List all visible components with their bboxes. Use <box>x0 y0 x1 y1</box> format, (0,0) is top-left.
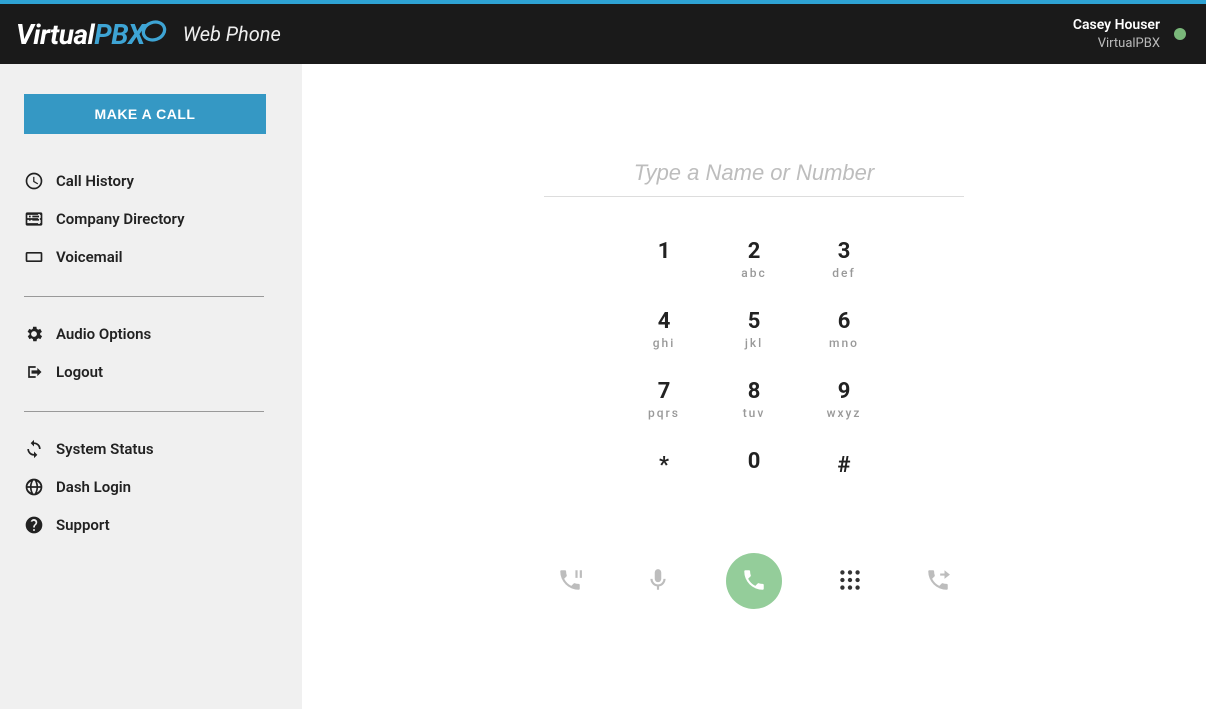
keypad: 1 2 abc 3 def 4 ghi 5 jkl 6 mno 7 pqrs 8 tuv 9 wxyz * 0 # <box>619 233 889 513</box>
dial-input[interactable] <box>544 154 964 197</box>
keypad-key-*[interactable]: * <box>619 443 709 513</box>
keypad-key-#[interactable]: # <box>799 443 889 513</box>
header-left: Virtual PBX Web Phone <box>16 18 281 51</box>
key-digit: 4 <box>658 309 671 334</box>
key-digit: 1 <box>658 239 671 264</box>
key-digit: 6 <box>838 309 851 334</box>
nav-separator <box>24 411 264 412</box>
keypad-key-8[interactable]: 8 tuv <box>709 373 799 443</box>
keypad-key-6[interactable]: 6 mno <box>799 303 889 373</box>
phone-icon <box>741 567 767 596</box>
sidebar-item-label: Call History <box>56 172 134 190</box>
phone-forward-icon <box>925 567 951 596</box>
key-digit: 8 <box>748 379 761 404</box>
sidebar-item-logout[interactable]: Logout <box>24 353 284 391</box>
brand-logo: Virtual PBX <box>16 18 167 51</box>
mute-button[interactable] <box>638 561 678 601</box>
key-letters: wxyz <box>827 406 862 420</box>
globe-icon <box>24 477 44 497</box>
nav-separator <box>24 296 264 297</box>
logo-text-pbx: PBX <box>94 18 145 51</box>
key-digit: # <box>837 449 850 478</box>
keypad-key-3[interactable]: 3 def <box>799 233 889 303</box>
user-name: Casey Houser <box>1073 16 1160 35</box>
key-digit: 3 <box>838 239 851 264</box>
clock-icon <box>24 171 44 191</box>
key-digit: 0 <box>748 449 761 474</box>
key-digit: 5 <box>748 309 761 334</box>
dialpad-button[interactable] <box>830 561 870 601</box>
sidebar-item-system-status[interactable]: System Status <box>24 430 284 468</box>
keypad-key-5[interactable]: 5 jkl <box>709 303 799 373</box>
key-letters: abc <box>741 266 766 280</box>
presence-indicator-icon <box>1174 28 1186 40</box>
sidebar-item-label: Support <box>56 516 110 534</box>
sidebar-item-dash-login[interactable]: Dash Login <box>24 468 284 506</box>
key-letters: ghi <box>653 336 676 350</box>
sidebar-item-company-directory[interactable]: Company Directory <box>24 200 284 238</box>
key-letters: tuv <box>743 406 766 420</box>
phone-pause-icon <box>557 567 583 596</box>
sidebar-item-voicemail[interactable]: Voicemail <box>24 238 284 276</box>
nav-group-settings: Audio Options Logout <box>18 315 284 405</box>
call-controls <box>550 553 958 609</box>
app-header: Virtual PBX Web Phone Casey Houser Virtu… <box>0 4 1206 64</box>
logout-icon <box>24 362 44 382</box>
sync-icon <box>24 439 44 459</box>
user-block[interactable]: Casey Houser VirtualPBX <box>1073 16 1160 52</box>
logo-text-virtual: Virtual <box>16 18 94 51</box>
nav-group-external: System Status Dash Login Support <box>18 430 284 558</box>
mic-icon <box>645 567 671 596</box>
keypad-key-2[interactable]: 2 abc <box>709 233 799 303</box>
key-letters: pqrs <box>648 406 680 420</box>
key-letters: mno <box>829 336 859 350</box>
logo-swoosh-icon <box>141 18 167 48</box>
transfer-button[interactable] <box>918 561 958 601</box>
sidebar-item-label: Company Directory <box>56 210 185 228</box>
user-org: VirtualPBX <box>1073 35 1160 53</box>
sidebar: MAKE A CALL Call History Company Director… <box>0 64 302 709</box>
key-digit: * <box>659 449 669 478</box>
key-letters: def <box>832 266 855 280</box>
nav-group-main: Call History Company Directory Voicemail <box>18 162 284 290</box>
gear-icon <box>24 324 44 344</box>
key-digit: 7 <box>658 379 671 404</box>
list-icon <box>24 209 44 229</box>
key-digit: 9 <box>838 379 851 404</box>
app-title: Web Phone <box>183 22 281 46</box>
main-dialer-panel: 1 2 abc 3 def 4 ghi 5 jkl 6 mno 7 pqrs 8 tuv 9 wxyz * 0 # <box>302 64 1206 709</box>
sidebar-item-label: Voicemail <box>56 248 123 266</box>
keypad-key-9[interactable]: 9 wxyz <box>799 373 889 443</box>
dialpad-icon <box>837 567 863 596</box>
header-right: Casey Houser VirtualPBX <box>1073 16 1186 52</box>
keypad-key-7[interactable]: 7 pqrs <box>619 373 709 443</box>
make-a-call-button[interactable]: MAKE A CALL <box>24 94 266 134</box>
keypad-key-4[interactable]: 4 ghi <box>619 303 709 373</box>
keypad-key-0[interactable]: 0 <box>709 443 799 513</box>
key-letters: jkl <box>745 336 763 350</box>
sidebar-item-support[interactable]: Support <box>24 506 284 544</box>
call-button[interactable] <box>726 553 782 609</box>
sidebar-item-label: Audio Options <box>56 325 151 343</box>
sidebar-item-audio-options[interactable]: Audio Options <box>24 315 284 353</box>
hold-button[interactable] <box>550 561 590 601</box>
sidebar-item-label: Logout <box>56 363 103 381</box>
keypad-key-1[interactable]: 1 <box>619 233 709 303</box>
key-digit: 2 <box>748 239 761 264</box>
sidebar-item-call-history[interactable]: Call History <box>24 162 284 200</box>
voicemail-icon <box>24 247 44 267</box>
help-icon <box>24 515 44 535</box>
sidebar-item-label: Dash Login <box>56 478 131 496</box>
sidebar-item-label: System Status <box>56 440 154 458</box>
